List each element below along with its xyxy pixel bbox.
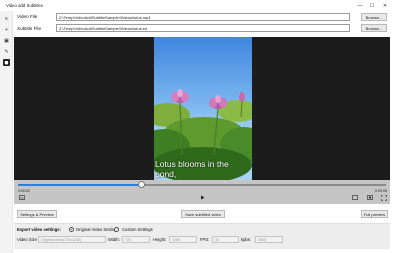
height-input[interactable]: 1280 bbox=[169, 236, 197, 243]
subtitle-file-input[interactable]: Z:\Temp\VideoAddSubtitleSample\Videos\lo… bbox=[56, 24, 350, 32]
title-bar: Video add Subtitles — ☐ ✕ bbox=[0, 0, 394, 11]
video-size-label: Video Size bbox=[17, 237, 37, 242]
seek-bar[interactable] bbox=[18, 184, 386, 186]
browse-subtitle-button[interactable]: Browse... bbox=[361, 24, 387, 32]
original-settings-label[interactable]: Original Video Settings bbox=[76, 227, 119, 232]
save-subtitled-video-button[interactable]: Save subtitled video bbox=[181, 210, 225, 218]
subtitle-line-1: Lotus blooms in the bbox=[155, 159, 229, 169]
width-input[interactable]: 720 bbox=[122, 236, 150, 243]
play-icon[interactable] bbox=[199, 194, 206, 201]
fps-input[interactable]: 30 bbox=[212, 236, 239, 243]
settings-preview-button[interactable]: Settings & Preview bbox=[17, 210, 57, 218]
height-label: Height: bbox=[153, 237, 167, 242]
aspect-ratio-icon[interactable] bbox=[366, 194, 373, 201]
close-icon[interactable]: ✕ bbox=[381, 2, 389, 9]
total-time: 0:00:06 bbox=[375, 189, 387, 193]
custom-settings-radio[interactable] bbox=[114, 227, 119, 232]
custom-settings-label[interactable]: Custom Settings bbox=[122, 227, 153, 232]
captions-icon[interactable] bbox=[18, 194, 25, 201]
export-settings-heading: Export video settings: bbox=[17, 227, 61, 232]
media-controls: 0:00:02 0:00:06 bbox=[14, 180, 390, 204]
video-file-label: Video File bbox=[17, 14, 38, 19]
cast-icon[interactable] bbox=[351, 194, 358, 201]
subtitle-tool-icon[interactable]: ◼ bbox=[3, 59, 10, 66]
maximize-icon[interactable]: ☐ bbox=[368, 2, 376, 9]
current-time: 0:00:02 bbox=[18, 189, 30, 193]
fps-label: FPS: bbox=[200, 237, 210, 242]
video-subtitle-icon[interactable]: ▣ bbox=[3, 37, 10, 44]
subtitle-file-label: Subtitle File bbox=[17, 26, 42, 31]
video-player[interactable]: Lotus blooms in the pond, bbox=[14, 37, 390, 204]
original-settings-radio[interactable] bbox=[69, 227, 74, 232]
kbits-input[interactable]: 2000 bbox=[255, 236, 283, 243]
width-label: Width: bbox=[108, 237, 120, 242]
subtitle-line-2: pond, bbox=[155, 169, 177, 179]
seek-bar-progress bbox=[18, 184, 142, 186]
full-preview-button[interactable]: Full preview bbox=[361, 210, 388, 218]
fullscreen-icon[interactable] bbox=[380, 194, 387, 201]
minimize-icon[interactable]: — bbox=[356, 2, 364, 9]
subtitle-overlay: Lotus blooms in the pond, bbox=[154, 159, 252, 179]
add-icon[interactable]: + bbox=[3, 26, 10, 33]
video-file-input[interactable]: Z:\Temp\VideoAddSubtitleSample\Videos\lo… bbox=[56, 13, 350, 21]
seek-bar-thumb[interactable] bbox=[137, 181, 145, 188]
hamburger-menu-icon[interactable]: ≡ bbox=[3, 15, 10, 22]
video-size-select[interactable]: Original video(720x1280) bbox=[38, 236, 106, 243]
export-settings-panel: Export video settings: Original Video Se… bbox=[14, 223, 390, 249]
browse-video-button[interactable]: Browse... bbox=[361, 13, 387, 21]
window-title: Video add Subtitles bbox=[6, 3, 43, 8]
kbits-label: kpbs: bbox=[241, 237, 252, 242]
navigation-rail: ≡ + ▣ ✎ ◼ bbox=[0, 11, 13, 253]
video-frame: Lotus blooms in the pond, bbox=[154, 37, 252, 180]
pencil-icon[interactable]: ✎ bbox=[3, 48, 10, 55]
